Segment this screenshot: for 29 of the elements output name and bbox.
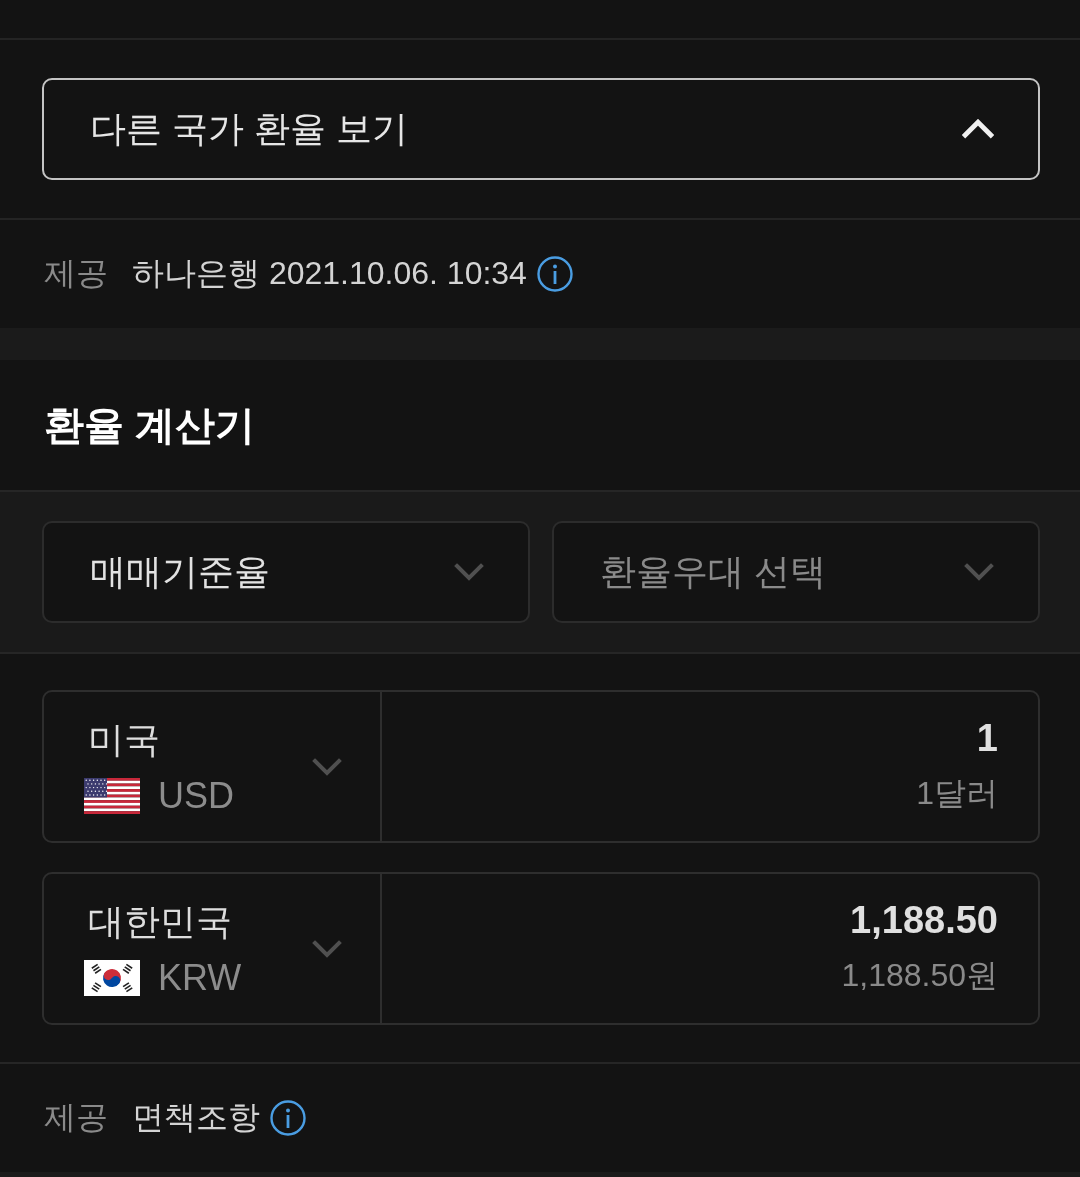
preferential-rate-select[interactable]: 환율우대 선택 [552, 521, 1040, 623]
country-name: 미국 [87, 718, 161, 762]
country-name: 대한민국 [87, 900, 233, 944]
source-label: 제공 [44, 1098, 108, 1137]
chevron-down-icon [312, 757, 342, 776]
chevron-down-icon [454, 563, 484, 581]
currency-code: KRW [158, 957, 242, 999]
source-provider: 하나은행 2021.10.06. 10:34 [132, 254, 527, 293]
currency-select[interactable]: 미국 USD [44, 692, 382, 841]
rate-type-select[interactable]: 매매기준율 [42, 521, 530, 623]
country-rates-toggle[interactable]: 다른 국가 환율 보기 [42, 78, 1040, 180]
currency-select[interactable]: 대한민국 KRW [44, 874, 382, 1023]
amount-in-words: 1,188.50원 [841, 956, 998, 995]
chevron-down-icon [312, 939, 342, 958]
chevron-down-icon [964, 563, 994, 581]
flag-icon [84, 778, 140, 814]
calculator-title: 환율 계산기 [44, 401, 256, 449]
flag-icon [84, 960, 140, 996]
amount-field[interactable]: 1,188.50 1,188.50원 [382, 874, 1038, 1023]
amount-field[interactable]: 1 1달러 [382, 692, 1038, 841]
info-icon[interactable] [536, 256, 573, 292]
currency-code: USD [158, 775, 234, 817]
source-label: 제공 [44, 254, 108, 293]
amount-value: 1 [976, 717, 998, 760]
amount-value: 1,188.50 [850, 899, 998, 942]
disclaimer-link[interactable]: 면책조항 [132, 1096, 260, 1140]
amount-in-words: 1달러 [916, 774, 998, 813]
chevron-up-icon [962, 119, 994, 139]
info-icon[interactable] [270, 1100, 306, 1136]
